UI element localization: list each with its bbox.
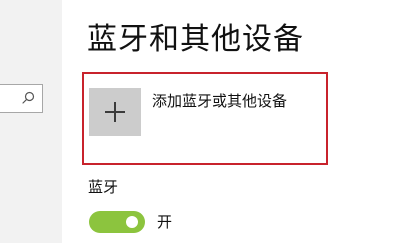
search-icon[interactable]	[20, 90, 36, 106]
settings-window: 蓝牙和其他设备 添加蓝牙或其他设备 蓝牙 开	[0, 0, 393, 243]
toggle-knob	[126, 216, 138, 228]
plus-icon	[105, 102, 125, 122]
page-title: 蓝牙和其他设备	[87, 22, 304, 57]
add-device-button[interactable]	[89, 88, 141, 136]
bluetooth-toggle[interactable]	[89, 211, 145, 233]
bluetooth-section-label: 蓝牙	[88, 178, 119, 196]
add-device-label[interactable]: 添加蓝牙或其他设备	[152, 90, 287, 112]
sidebar	[0, 0, 62, 243]
bluetooth-toggle-state: 开	[157, 213, 173, 231]
search-input[interactable]	[0, 84, 43, 113]
